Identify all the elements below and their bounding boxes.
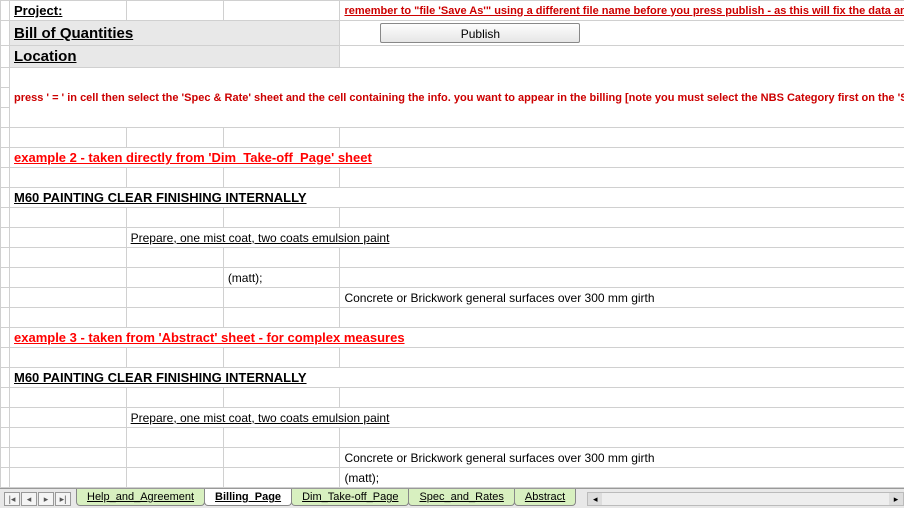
item-desc-2: Concrete or Brickwork general surfaces o… bbox=[340, 448, 904, 468]
scroll-right-button[interactable]: ▸ bbox=[889, 493, 903, 505]
matt-label-1: (matt); bbox=[223, 268, 340, 288]
tab-help-and-agreement[interactable]: Help_and_Agreement bbox=[76, 489, 205, 506]
tab-label: Billing_Page bbox=[215, 491, 281, 503]
warning-text: remember to "file 'Save As'" using a dif… bbox=[340, 1, 904, 21]
tab-billing-page[interactable]: Billing_Page bbox=[204, 489, 292, 506]
instructions-text: press ' = ' in cell then select the 'Spe… bbox=[10, 68, 904, 128]
spreadsheet-grid[interactable]: Project: remember to "file 'Save As'" us… bbox=[0, 0, 904, 508]
tab-spec-and-rates[interactable]: Spec_and_Rates bbox=[408, 489, 514, 506]
publish-button[interactable]: Publish bbox=[380, 23, 580, 43]
location-title: Location bbox=[10, 46, 340, 68]
tab-nav-prev[interactable]: ◂ bbox=[21, 492, 37, 506]
tab-label: Abstract bbox=[525, 491, 565, 503]
tab-label: Help_and_Agreement bbox=[87, 491, 194, 503]
tab-nav-last[interactable]: ▸| bbox=[55, 492, 71, 506]
project-label: Project: bbox=[10, 1, 127, 21]
tab-dim-take-off-page[interactable]: Dim_Take-off_Page bbox=[291, 489, 409, 506]
section-heading-2: M60 PAINTING CLEAR FINISHING INTERNALLY bbox=[10, 368, 904, 388]
example-3-heading: example 3 - taken from 'Abstract' sheet … bbox=[10, 328, 904, 348]
scroll-left-button[interactable]: ◂ bbox=[588, 493, 602, 505]
item-desc-1: Concrete or Brickwork general surfaces o… bbox=[340, 288, 904, 308]
matt-label-2: (matt); bbox=[340, 468, 904, 488]
section-heading-1: M60 PAINTING CLEAR FINISHING INTERNALLY bbox=[10, 188, 904, 208]
tab-nav-next[interactable]: ▸ bbox=[38, 492, 54, 506]
page-title: Bill of Quantities bbox=[10, 21, 340, 46]
tab-label: Spec_and_Rates bbox=[419, 491, 503, 503]
tab-abstract[interactable]: Abstract bbox=[514, 489, 576, 506]
horizontal-scrollbar[interactable]: ◂ ▸ bbox=[587, 492, 904, 506]
tab-nav-first[interactable]: |◂ bbox=[4, 492, 20, 506]
tab-label: Dim_Take-off_Page bbox=[302, 491, 398, 503]
sheet-tabs-bar: |◂ ◂ ▸ ▸| Help_and_Agreement Billing_Pag… bbox=[0, 488, 904, 508]
sub-heading-1: Prepare, one mist coat, two coats emulsi… bbox=[126, 228, 904, 248]
example-2-heading: example 2 - taken directly from 'Dim_Tak… bbox=[10, 148, 904, 168]
sub-heading-2: Prepare, one mist coat, two coats emulsi… bbox=[126, 408, 904, 428]
